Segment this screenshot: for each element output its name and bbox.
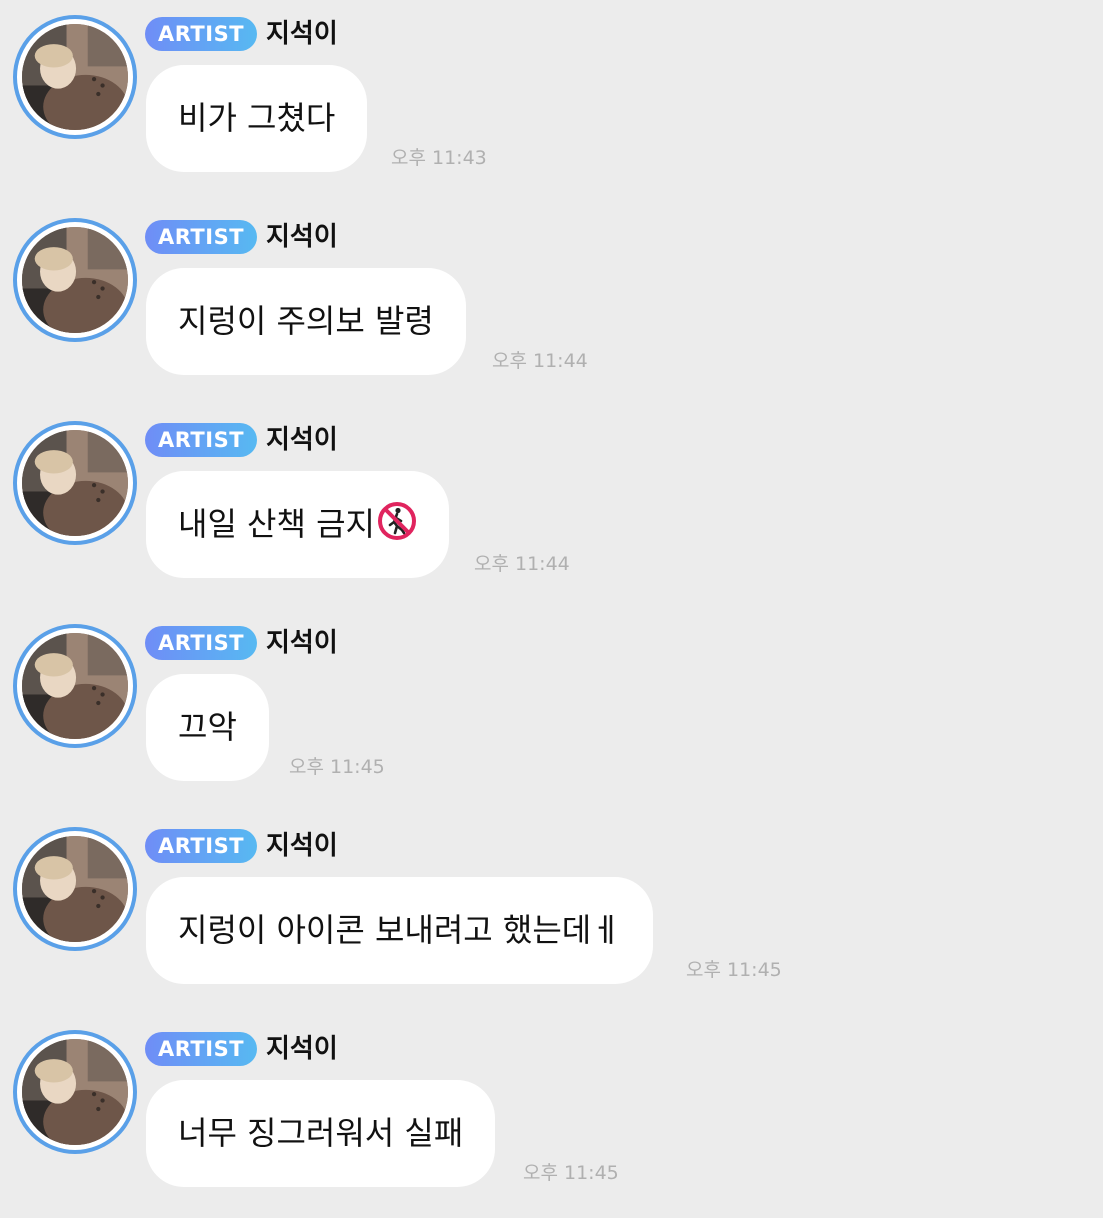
message-bubble[interactable]: 비가 그쳤다 xyxy=(146,65,368,172)
message-timestamp: 오후 11:45 xyxy=(523,1162,619,1184)
sender-name: 지석이 xyxy=(266,831,338,861)
sender-name: 지석이 xyxy=(266,222,338,252)
avatar-photo xyxy=(22,1039,128,1145)
avatar-photo xyxy=(22,227,128,333)
message-bubble[interactable]: 지렁이 아이콘 보내려고 했는데ㅔ xyxy=(146,877,653,984)
message-bubble[interactable]: 내일 산책 금지 xyxy=(146,471,449,578)
message-text: 지렁이 주의보 발령 xyxy=(178,302,434,340)
message-text: 비가 그쳤다 xyxy=(178,99,336,137)
no-pedestrians-icon xyxy=(377,477,417,540)
sender-name: 지석이 xyxy=(266,1034,338,1064)
avatar-photo xyxy=(22,836,128,942)
message-timestamp: 오후 11:43 xyxy=(391,147,487,169)
artist-badge: ARTIST xyxy=(145,423,257,457)
message-bubble[interactable]: 지렁이 주의보 발령 xyxy=(146,268,466,375)
avatar-photo xyxy=(22,633,128,739)
avatar[interactable] xyxy=(13,421,137,545)
sender-name: 지석이 xyxy=(266,425,338,455)
avatar[interactable] xyxy=(13,218,137,342)
message-row: ARTIST 지석이 지렁이 주의보 발령 오후 11:44 xyxy=(0,203,1103,406)
message-timestamp: 오후 11:45 xyxy=(686,959,782,981)
message-row: ARTIST 지석이 내일 산책 금지 오후 11:44 xyxy=(0,406,1103,609)
artist-badge: ARTIST xyxy=(145,220,257,254)
message-bubble[interactable]: 끄악 xyxy=(146,674,269,781)
sender-name: 지석이 xyxy=(266,19,338,49)
chat-thread: ARTIST 지석이 비가 그쳤다 오후 11:43 ARTIST 지석이 지렁… xyxy=(0,0,1103,1200)
artist-badge: ARTIST xyxy=(145,829,257,863)
message-row: ARTIST 지석이 지렁이 아이콘 보내려고 했는데ㅔ 오후 11:45 xyxy=(0,812,1103,1015)
message-row: ARTIST 지석이 비가 그쳤다 오후 11:43 xyxy=(0,0,1103,203)
artist-badge: ARTIST xyxy=(145,626,257,660)
artist-badge: ARTIST xyxy=(145,17,257,51)
avatar[interactable] xyxy=(13,827,137,951)
sender-name: 지석이 xyxy=(266,628,338,658)
avatar-photo xyxy=(22,430,128,536)
message-text: 너무 징그러워서 실패 xyxy=(178,1114,464,1152)
message-text: 내일 산책 금지 xyxy=(178,505,375,543)
avatar[interactable] xyxy=(13,624,137,748)
avatar[interactable] xyxy=(13,1030,137,1154)
message-bubble[interactable]: 너무 징그러워서 실패 xyxy=(146,1080,496,1187)
avatar-photo xyxy=(22,24,128,130)
message-timestamp: 오후 11:44 xyxy=(474,553,570,575)
artist-badge: ARTIST xyxy=(145,1032,257,1066)
message-timestamp: 오후 11:45 xyxy=(289,756,385,778)
avatar[interactable] xyxy=(13,15,137,139)
message-text: 지렁이 아이콘 보내려고 했는데ㅔ xyxy=(178,911,621,949)
message-row: ARTIST 지석이 끄악 오후 11:45 xyxy=(0,609,1103,812)
message-timestamp: 오후 11:44 xyxy=(492,350,588,372)
message-row: ARTIST 지석이 너무 징그러워서 실패 오후 11:45 xyxy=(0,1015,1103,1218)
message-text: 끄악 xyxy=(178,708,237,746)
